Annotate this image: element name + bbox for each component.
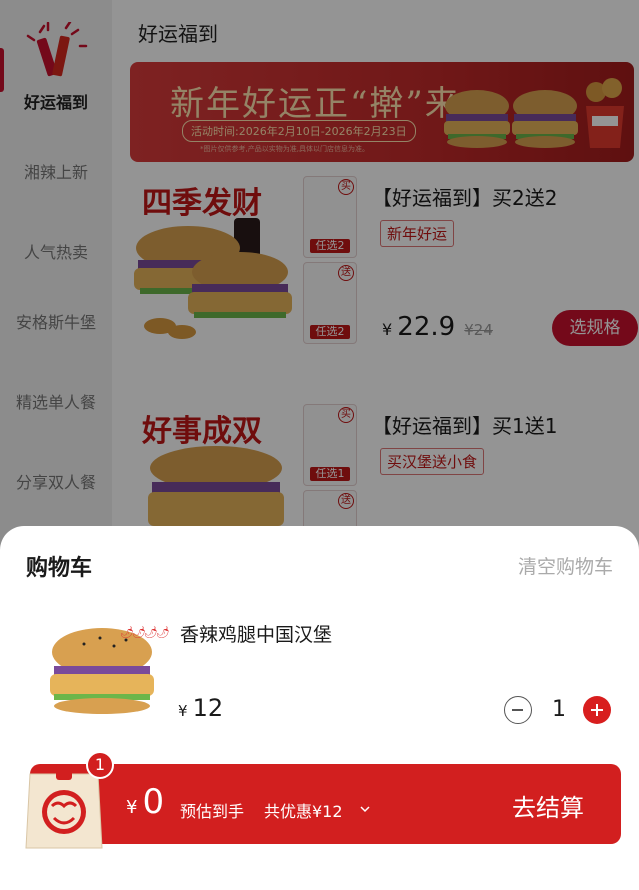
quantity-value: 1 (552, 697, 566, 722)
clear-cart-button[interactable]: 清空购物车 (518, 552, 613, 579)
cart-count-badge: 1 (86, 751, 114, 779)
price-value: 12 (192, 694, 224, 722)
checkout-total: ¥ 0 (126, 782, 164, 822)
total-value: 0 (142, 782, 165, 822)
estimated-label: 预估到手 (180, 802, 245, 821)
price-currency: ¥ (178, 702, 188, 720)
cart-item-price: ¥ 12 (178, 694, 223, 722)
total-currency: ¥ (126, 797, 138, 818)
chevron-down-icon[interactable] (360, 804, 370, 814)
chili-spicy-icon: 🌶🌶🌶🌶 (120, 626, 170, 639)
quantity-minus-button[interactable] (504, 696, 532, 724)
discount-summary[interactable]: 共优惠¥12 (264, 798, 343, 822)
quantity-plus-button[interactable] (583, 696, 611, 724)
cart-item-name: 香辣鸡腿中国汉堡 (180, 624, 333, 646)
cart-title: 购物车 (26, 556, 93, 581)
checkout-button[interactable]: 去结算 (512, 788, 584, 823)
